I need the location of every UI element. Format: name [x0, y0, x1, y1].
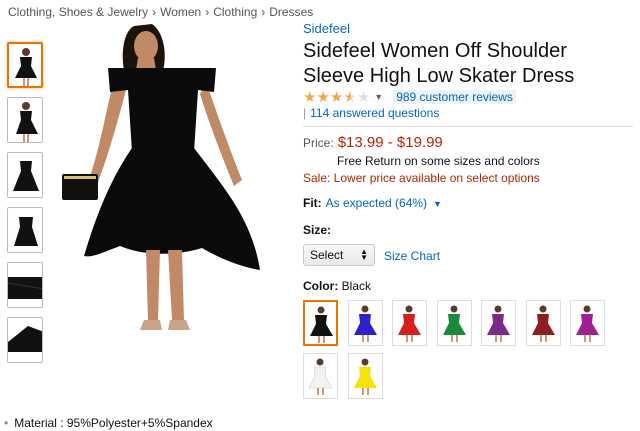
thumbnail-4[interactable]: [7, 207, 43, 253]
star-empty-icon: ★: [356, 88, 371, 106]
thumbnail-2[interactable]: [7, 97, 43, 143]
answered-questions-row: | 114 answered questions: [303, 106, 439, 120]
color-swatch[interactable]: [436, 300, 472, 346]
price-label: Price:: [303, 136, 334, 150]
size-label: Size:: [303, 223, 332, 237]
breadcrumb: Clothing, Shoes & Jewelry › Women › Clothing…: [8, 5, 313, 19]
size-dropdown-value: Select: [310, 248, 344, 262]
price-value: $13.99 - $19.99: [337, 134, 443, 151]
breadcrumb-separator: ›: [205, 5, 210, 19]
product-title: Sidefeel Women Off Shoulder Sleeve High …: [303, 40, 575, 87]
free-return-text: Free Return on some sizes and colors: [337, 154, 540, 168]
star-full-icon: ★: [329, 88, 344, 106]
color-swatch[interactable]: [570, 300, 605, 346]
color-swatch[interactable]: [392, 300, 427, 346]
chevron-down-icon[interactable]: ▼: [433, 199, 442, 209]
breadcrumb-link-dresses[interactable]: Dresses: [269, 5, 313, 19]
breadcrumb-separator: ›: [261, 5, 266, 19]
star-full-icon: ★: [303, 88, 317, 106]
star-rating[interactable]: ★ ★ ★ ★ ★: [303, 90, 370, 105]
customer-reviews-link[interactable]: 989 customer reviews: [393, 90, 516, 104]
thumbnail-1[interactable]: [7, 42, 43, 88]
breadcrumb-link-clothing[interactable]: Clothing: [213, 5, 257, 19]
thumbnail-6[interactable]: [7, 317, 43, 363]
thumbnail-3[interactable]: [7, 152, 43, 198]
color-swatch[interactable]: [347, 353, 383, 399]
fit-label: Fit:: [303, 196, 322, 210]
separator: |: [303, 106, 307, 120]
breadcrumb-separator: ›: [152, 5, 157, 19]
color-swatch[interactable]: [481, 300, 516, 346]
color-swatch[interactable]: [525, 300, 561, 346]
star-half-icon: ★: [343, 88, 357, 106]
star-full-icon: ★: [316, 88, 330, 106]
size-chart-link[interactable]: Size Chart: [384, 249, 440, 263]
color-label: Color:: [303, 279, 339, 293]
color-value: Black: [341, 279, 372, 293]
bullet-icon: •: [4, 416, 9, 430]
price-row: Price: $13.99 - $19.99: [303, 134, 443, 151]
breadcrumb-link-women[interactable]: Women: [160, 5, 201, 19]
thumbnail-5[interactable]: [7, 262, 43, 308]
size-dropdown[interactable]: Select ▲ ▼: [303, 244, 375, 266]
material-bullet: • Material : 95%Polyester+5%Spandex: [4, 416, 213, 430]
color-row: Color: Black: [303, 279, 371, 293]
color-swatch[interactable]: [303, 353, 338, 399]
rating-row: ★ ★ ★ ★ ★ ▼ 989 customer reviews: [303, 88, 516, 106]
thumbnail-strip: [7, 42, 45, 372]
color-swatch[interactable]: [303, 300, 338, 346]
fit-row: Fit: As expected (64%) ▼: [303, 196, 442, 210]
main-product-image[interactable]: [56, 20, 286, 340]
sale-text: Sale: Lower price available on select op…: [303, 171, 540, 185]
dropdown-arrows-icon: ▲ ▼: [360, 247, 368, 262]
answered-questions-link[interactable]: 114 answered questions: [310, 106, 439, 120]
breadcrumb-link-clothing-shoes-jewelry[interactable]: Clothing, Shoes & Jewelry: [8, 5, 148, 19]
material-text: Material : 95%Polyester+5%Spandex: [14, 416, 213, 430]
color-swatch[interactable]: [347, 300, 383, 346]
brand-link[interactable]: Sidefeel: [303, 21, 350, 36]
chevron-down-icon[interactable]: ▼: [374, 92, 383, 102]
divider: [303, 126, 633, 127]
fit-value-link[interactable]: As expected (64%): [326, 196, 427, 210]
